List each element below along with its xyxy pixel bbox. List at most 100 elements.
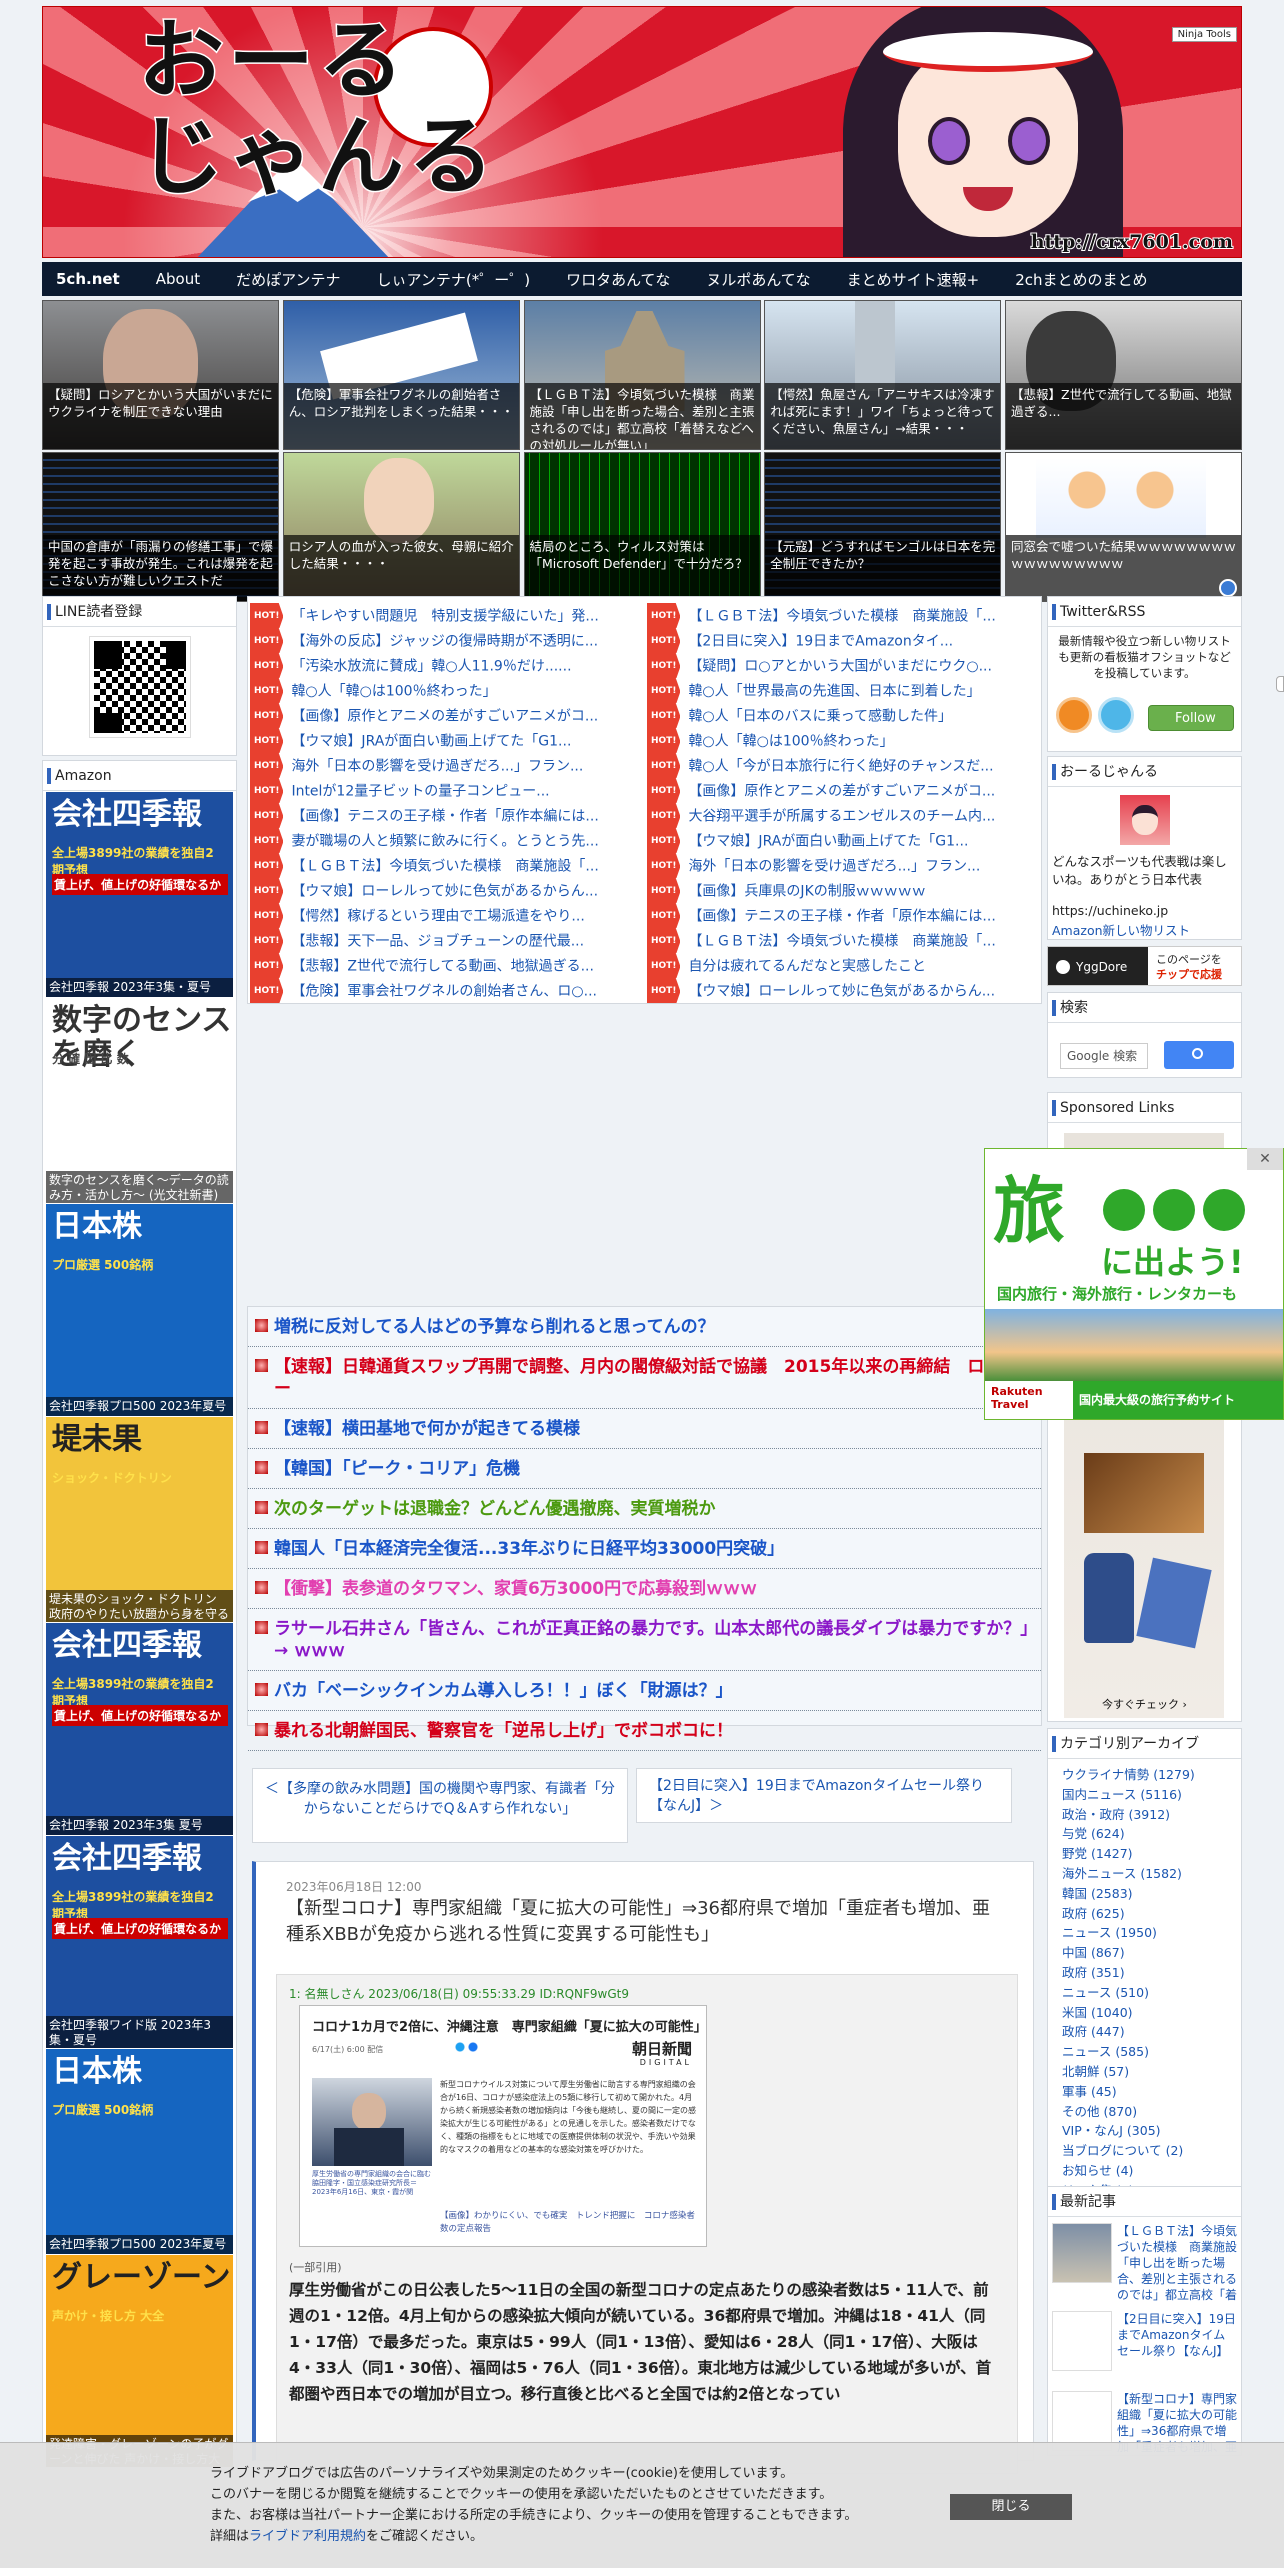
hot-item-text[interactable]: 【悲報】Z世代で流行してる動画、地獄過ぎる... bbox=[291, 959, 594, 975]
amazon-book[interactable]: 日本株 プロ厳選 500銘柄 会社四季報プロ500 2023年夏号 bbox=[46, 2049, 233, 2254]
hot-list-item[interactable]: HOT! 【ウマ娘】ローレルって妙に色気があるからん... bbox=[250, 878, 643, 903]
hot-item-text[interactable]: 【ＬＧＢＴ法】今頃気づいた模様 商業施設「... bbox=[688, 609, 995, 625]
site-banner[interactable]: おーる じゃんる Ninja Tools http://crx7601.com bbox=[42, 6, 1242, 258]
headline-row[interactable]: 【衝撃】表参道のタワマン、家賃6万3000円で応募殺到ｗｗｗ bbox=[248, 1569, 1041, 1609]
headline-row[interactable]: 【速報】横田基地で何かが起きてる模様 bbox=[248, 1409, 1041, 1449]
archive-category-link[interactable]: 与党 (624) bbox=[1048, 1824, 1241, 1844]
share-icons[interactable] bbox=[455, 2042, 485, 2052]
hot-list-item[interactable]: HOT! 海外「日本の影響を受け過ぎだろ...」フラン... bbox=[647, 853, 1038, 878]
hot-list-item[interactable]: HOT! 【ウマ娘】JRAが面白い動画上げてた「G1... bbox=[647, 828, 1038, 853]
hot-item-text[interactable]: 【画像】テニスの王子様・作者「原作本編には... bbox=[291, 809, 598, 825]
amazon-book[interactable]: 日本株 プロ厳選 500銘柄 会社四季報プロ500 2023年夏号 bbox=[46, 1204, 233, 1416]
nav-link-nurupo[interactable]: ヌルポあんてな bbox=[706, 269, 810, 290]
hot-item-text[interactable]: 韓○人「今が日本旅行に行く絶好のチャンスだ... bbox=[688, 759, 993, 775]
recent-post[interactable]: 【ＬＧＢＴ法】今頃気づいた模様 商業施設「申し出を断った場合、差別と主張されるの… bbox=[1052, 2223, 1237, 2303]
featured-item[interactable]: 同窓会で嘘ついた結果ｗｗｗｗｗｗｗｗｗｗｗｗｗｗｗｗｗ bbox=[1005, 452, 1242, 602]
amazon-book[interactable]: 会社四季報 全上場3899社の業績を独自2期予想 賃上げ、値上げの好循環なるか 会社四… bbox=[46, 792, 233, 997]
hot-item-text[interactable]: 【2日目に突入】19日までAmazonタイ... bbox=[688, 634, 953, 650]
headline-text[interactable]: 増税に反対してる人はどの予算なら削れると思ってんの？ bbox=[274, 1317, 715, 1337]
nav-link-matome-plus[interactable]: まとめサイト速報+ bbox=[847, 269, 980, 290]
archive-category-link[interactable]: 野党 (1427) bbox=[1048, 1844, 1241, 1864]
hot-list-item[interactable]: HOT! 大谷翔平選手が所属するエンゼルスのチーム内... bbox=[647, 803, 1038, 828]
hot-list-item[interactable]: HOT! 【画像】兵庫県のJKの制服ｗｗｗｗｗ bbox=[647, 878, 1038, 903]
archive-category-link[interactable]: VIP・なんJ (305) bbox=[1048, 2121, 1241, 2141]
hot-item-text[interactable]: 韓○人「韓○は100％終わった」 bbox=[291, 684, 496, 700]
amazon-book[interactable]: 堤未果 ショック・ドクトリン 堤未果のショック・ドクトリン 政府のやりたい放題から身… bbox=[46, 1417, 233, 1622]
featured-item[interactable]: 【ＬＧＢＴ法】今頃気づいた模様 商業施設「申し出を断った場合、差別と主張されるの… bbox=[523, 300, 761, 450]
hot-list-item[interactable]: HOT! 韓○人「韓○は100％終わった」 bbox=[250, 678, 643, 703]
hot-list-item[interactable]: HOT! 【ウマ娘】ローレルって妙に色気があるからん... bbox=[647, 978, 1038, 1003]
headline-row[interactable]: 次のターゲットは退職金？どんどん優遇撤廃、実質増税か bbox=[248, 1489, 1041, 1529]
headline-row[interactable]: バカ「ベーシックインカム導入しろ！！」ぼく「財源は？」 bbox=[248, 1671, 1041, 1711]
hot-list-item[interactable]: HOT! 【2日目に突入】19日までAmazonタイ... bbox=[647, 628, 1038, 653]
hot-item-text[interactable]: 海外「日本の影響を受け過ぎだろ...」フラン... bbox=[291, 759, 583, 775]
headline-text[interactable]: 暴れる北朝鮮国民、警察官を「逆吊し上げ」でボコボコに！ bbox=[274, 1721, 733, 1741]
hot-list-item[interactable]: HOT! 海外「日本の影響を受け過ぎだろ...」フラン... bbox=[250, 753, 643, 778]
hot-item-text[interactable]: 【ウマ娘】ローレルって妙に色気があるからん... bbox=[688, 984, 995, 1000]
hot-list-item[interactable]: HOT! 自分は疲れてるんだなと実感したこと bbox=[647, 953, 1038, 978]
ninja-tools-badge[interactable]: Ninja Tools bbox=[1171, 27, 1237, 42]
search-input[interactable]: Google 検索 bbox=[1060, 1043, 1148, 1069]
cookie-close-button[interactable]: 閉じる bbox=[950, 2494, 1072, 2520]
featured-item[interactable]: 【悲報】Z世代で流行してる動画、地獄過ぎる... bbox=[1005, 300, 1242, 450]
headline-text[interactable]: 次のターゲットは退職金？どんどん優遇撤廃、実質増税か bbox=[274, 1499, 716, 1519]
hot-item-text[interactable]: 妻が職場の人と頻繁に飲みに行く。とうとう先... bbox=[291, 834, 598, 850]
nav-link-about[interactable]: About bbox=[156, 270, 200, 288]
amazon-book[interactable]: 会社四季報 全上場3899社の業績を独自2期予想 賃上げ、値上げの好循環なるか 会社四… bbox=[46, 1836, 233, 2048]
archive-category-link[interactable]: 軍事 (45) bbox=[1048, 2082, 1241, 2102]
rakuten-travel-ad[interactable]: ✕ 旅 に出よう! 国内旅行・海外旅行・レンタカーも Rakuten Trave… bbox=[984, 1148, 1284, 1420]
amazon-book[interactable]: 数字のセンスを磨く分 確 因 比 数数字のセンスを磨く～データの読み方・活かし方… bbox=[46, 998, 233, 1203]
headline-row[interactable]: 暴れる北朝鮮国民、警察官を「逆吊し上げ」でボコボコに！ bbox=[248, 1711, 1041, 1751]
archive-category-link[interactable]: 中国 (867) bbox=[1048, 1943, 1241, 1963]
headline-text[interactable]: ラサール石井さん「皆さん、これが正真正銘の暴力です。山本太郎代の議長ダイブは暴力… bbox=[274, 1619, 1029, 1661]
archive-category-link[interactable]: 米国 (1040) bbox=[1048, 2003, 1241, 2023]
rss-feed-icon[interactable] bbox=[1056, 697, 1092, 733]
hot-list-item[interactable]: HOT! 【画像】原作とアニメの差がすごいアニメがコ... bbox=[647, 778, 1038, 803]
hot-item-text[interactable]: 【画像】テニスの王子様・作者「原作本編には... bbox=[688, 909, 995, 925]
follow-button[interactable]: Follow bbox=[1148, 705, 1234, 731]
recent-post[interactable]: 【2日目に突入】19日までAmazonタイムセール祭り【なんJ】 bbox=[1052, 2311, 1237, 2383]
hot-item-text[interactable]: 大谷翔平選手が所属するエンゼルスのチーム内... bbox=[688, 809, 995, 825]
hot-list-item[interactable]: HOT! 【画像】原作とアニメの差がすごいアニメがコ... bbox=[250, 703, 643, 728]
headline-row[interactable]: 【速報】日韓通貨スワップ再開で調整、月内の閣僚級対話で協議 2015年以来の再締… bbox=[248, 1347, 1041, 1409]
article-title[interactable]: 【新型コロナ】専門家組織「夏に拡大の可能性」⇒36都府県で増加「重症者も増加、亜… bbox=[286, 1896, 1006, 1948]
archive-category-link[interactable]: 国内ニュース (5116) bbox=[1048, 1785, 1241, 1805]
hot-list-item[interactable]: HOT! Intelが12量子ビットの量子コンピュー... bbox=[250, 778, 643, 803]
archive-category-link[interactable]: 韓国 (2583) bbox=[1048, 1884, 1241, 1904]
prev-article-link[interactable]: ＜【多摩の飲み水問題】国の機関や専門家、有識者「分からないことだらけでQ＆Aすら… bbox=[252, 1768, 628, 1843]
hot-item-text[interactable]: 「汚染水放流に賛成」韓○人11.9％だけ...... bbox=[291, 659, 571, 675]
hot-list-item[interactable]: HOT! 韓○人「今が日本旅行に行く絶好のチャンスだ... bbox=[647, 753, 1038, 778]
hot-list-item[interactable]: HOT! 【悲報】天下一品、ジョブチューンの歴代最... bbox=[250, 928, 643, 953]
archive-category-link[interactable]: ニュース (510) bbox=[1048, 1983, 1241, 2003]
recent-post-title[interactable]: 【2日目に突入】19日までAmazonタイムセール祭り【なんJ】 bbox=[1117, 2311, 1237, 2383]
hot-list-item[interactable]: HOT! 「汚染水放流に賛成」韓○人11.9％だけ...... bbox=[250, 653, 643, 678]
archive-category-link[interactable]: 北朝鮮 (57) bbox=[1048, 2062, 1241, 2082]
headline-row[interactable]: 【韓国】「ピーク・コリア」危機 bbox=[248, 1449, 1041, 1489]
headline-text[interactable]: 【速報】日韓通貨スワップ再開で調整、月内の閣僚級対話で協議 2015年以来の再締… bbox=[274, 1357, 1018, 1399]
hot-item-text[interactable]: 【愕然】稼げるという理由で工場派遣をやり... bbox=[291, 909, 584, 925]
archive-category-link[interactable]: その他 (870) bbox=[1048, 2102, 1241, 2122]
yggdore-tip-banner[interactable]: YggDore このページを チップで応援 bbox=[1047, 946, 1242, 986]
headline-text[interactable]: 【衝撃】表参道のタワマン、家賃6万3000円で応募殺到ｗｗｗ bbox=[274, 1579, 757, 1599]
hot-item-text[interactable]: 【ウマ娘】ローレルって妙に色気があるからん... bbox=[291, 884, 598, 900]
hot-item-text[interactable]: 韓○人「韓○は100％終わった」 bbox=[688, 734, 893, 750]
amazon-book[interactable]: グレーゾーン声かけ・接し方 大全発達障害・グレーゾーンの子がグーンと伸びた 声か… bbox=[46, 2255, 233, 2467]
next-article-text[interactable]: 【2日目に突入】19日までAmazonタイムセール祭り【なんJ】＞ bbox=[649, 1778, 984, 1814]
hot-list-item[interactable]: HOT! 「キレやすい問題児 特別支援学級にいた」発... bbox=[250, 603, 643, 628]
site-url[interactable]: http://crx7601.com bbox=[1030, 230, 1234, 254]
hot-list-item[interactable]: HOT! 韓○人「韓○は100％終わった」 bbox=[647, 728, 1038, 753]
hot-item-text[interactable]: 【危険】軍事会社ワグネルの創始者さん、ロ○... bbox=[291, 984, 597, 1000]
hot-list-item[interactable]: HOT! 【海外の反応】ジャッジの復帰時期が不透明に... bbox=[250, 628, 643, 653]
hot-list-item[interactable]: HOT! 【疑問】ロ○アとかいう大国がいまだにウク○... bbox=[647, 653, 1038, 678]
hot-item-text[interactable]: 【画像】原作とアニメの差がすごいアニメがコ... bbox=[688, 784, 995, 800]
hot-list-item[interactable]: HOT! 【ＬＧＢＴ法】今頃気づいた模様 商業施設「... bbox=[647, 603, 1038, 628]
hot-list-item[interactable]: HOT! 【愕然】稼げるという理由で工場派遣をやり... bbox=[250, 903, 643, 928]
side-scroll-handle[interactable] bbox=[1276, 676, 1284, 692]
headline-text[interactable]: 【韓国】「ピーク・コリア」危機 bbox=[274, 1459, 520, 1479]
featured-item[interactable]: 結局のところ、ウィルス対策は「Microsoft Defender」で十分だろ？ bbox=[523, 452, 761, 602]
hot-item-text[interactable]: 【ウマ娘】JRAが面白い動画上げてた「G1... bbox=[688, 834, 968, 850]
hot-list-item[interactable]: HOT! 【危険】軍事会社ワグネルの創始者さん、ロ○... bbox=[250, 978, 643, 1003]
nav-link-warota[interactable]: ワロタあんてな bbox=[566, 269, 670, 290]
featured-item[interactable]: 【愕然】魚屋さん「アニサキスは冷凍すれば死にます！」ワイ「ちょっと待ってください… bbox=[764, 300, 1002, 450]
hot-item-text[interactable]: 【ＬＧＢＴ法】今頃気づいた模様 商業施設「... bbox=[688, 934, 995, 950]
